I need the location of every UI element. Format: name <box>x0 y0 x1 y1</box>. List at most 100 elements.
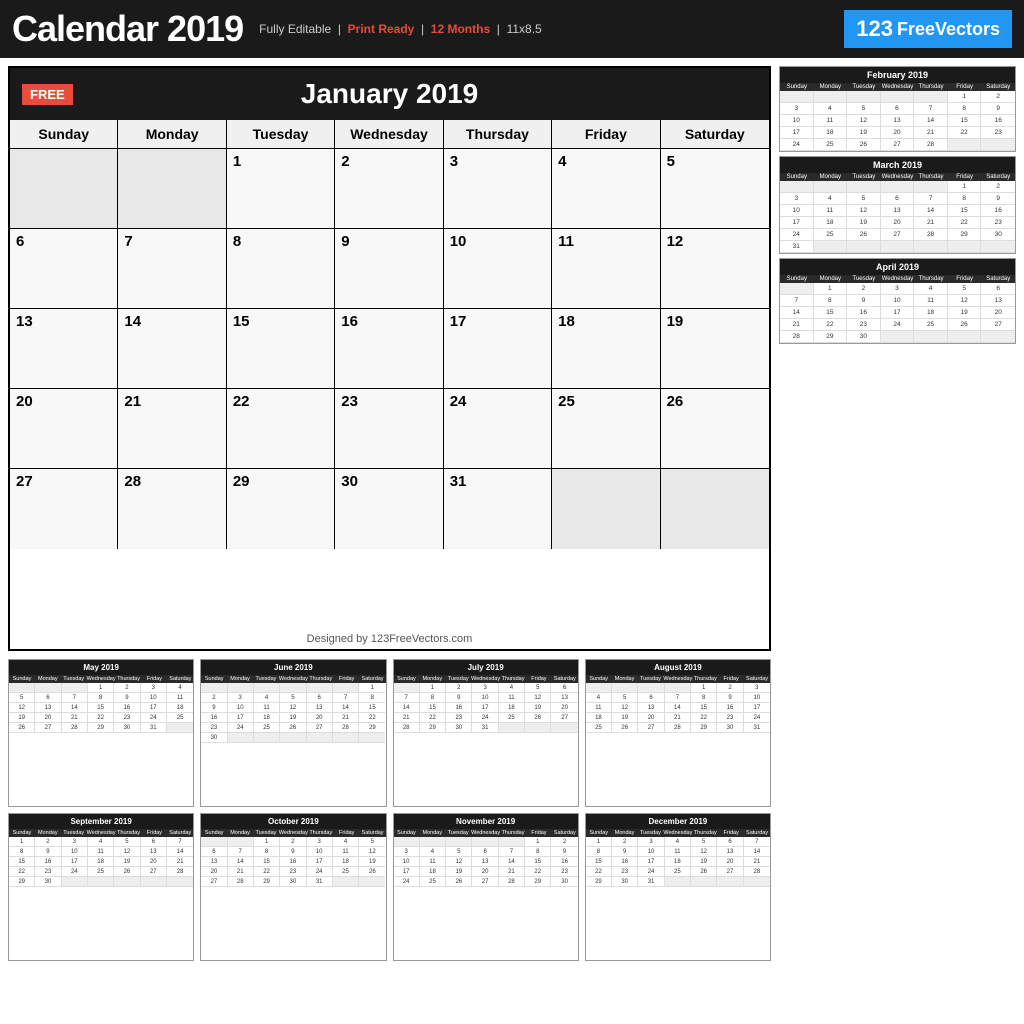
small-row-1: May 2019 SundayMondayTuesdayWednesdayThu… <box>8 659 771 807</box>
november-calendar: November 2019 SundayMondayTuesdayWednesd… <box>393 813 579 961</box>
sep-header: September 2019 <box>9 814 193 829</box>
july-calendar: July 2019 SundayMondayTuesdayWednesdayTh… <box>393 659 579 807</box>
cal-cell: 26 <box>661 389 769 469</box>
small-row-2: September 2019 SundayMondayTuesdayWednes… <box>8 813 771 961</box>
cal-cell: 28 <box>118 469 226 549</box>
d: Thursday <box>116 675 142 683</box>
months-label: 12 Months <box>431 22 490 36</box>
day-tue: Tuesday <box>227 120 335 148</box>
september-calendar: September 2019 SundayMondayTuesdayWednes… <box>8 813 194 961</box>
cal-cell: 3 <box>444 149 552 229</box>
july-days: SundayMondayTuesdayWednesdayThursdayFrid… <box>394 675 578 683</box>
cal-cell: 9 <box>335 229 443 309</box>
cal-cell <box>10 149 118 229</box>
january-calendar: FREE January 2019 Sunday Monday Tuesday … <box>8 66 771 651</box>
print-ready: Print Ready <box>348 22 415 36</box>
logo: 123 FreeVectors <box>844 10 1012 48</box>
august-grid: 123 45678910 11121314151617 181920212223… <box>586 683 770 733</box>
may-days: SundayMondayTuesdayWednesdayThursdayFrid… <box>9 675 193 683</box>
calendar-footer: Designed by 123FreeVectors.com <box>10 629 769 649</box>
day-sun: Sunday <box>10 120 118 148</box>
header-left: Calendar 2019 Fully Editable | Print Rea… <box>12 8 542 50</box>
may-grid: 1234 567891011 12131415161718 1920212223… <box>9 683 193 733</box>
dec-header: December 2019 <box>586 814 770 829</box>
cal-cell: 5 <box>661 149 769 229</box>
cal-cell: 11 <box>552 229 660 309</box>
day-sat: Saturday <box>661 120 769 148</box>
cal-cell: 27 <box>10 469 118 549</box>
cal-cell: 30 <box>335 469 443 549</box>
top-header: Calendar 2019 Fully Editable | Print Rea… <box>0 0 1024 58</box>
d: Friday <box>141 675 167 683</box>
day-thu: Thursday <box>444 120 552 148</box>
may-header: May 2019 <box>9 660 193 675</box>
day-fri: Friday <box>552 120 660 148</box>
oct-header: October 2019 <box>201 814 385 829</box>
cal-cell: 6 <box>10 229 118 309</box>
cal-cell: 10 <box>444 229 552 309</box>
logo-text: FreeVectors <box>897 19 1000 40</box>
left-panel: FREE January 2019 Sunday Monday Tuesday … <box>0 58 779 1024</box>
cal-cell <box>552 469 660 549</box>
cal-cell: 25 <box>552 389 660 469</box>
logo-num: 123 <box>856 16 893 42</box>
august-days: SundayMondayTuesdayWednesdayThursdayFrid… <box>586 675 770 683</box>
cal-cell: 20 <box>10 389 118 469</box>
january-header: FREE January 2019 <box>10 68 769 120</box>
february-calendar: February 2019 SundayMondayTuesdayWednesd… <box>779 66 1016 152</box>
cal-cell: 8 <box>227 229 335 309</box>
d: Wednesday <box>87 675 116 683</box>
may-calendar: May 2019 SundayMondayTuesdayWednesdayThu… <box>8 659 194 807</box>
july-header: July 2019 <box>394 660 578 675</box>
cal-cell: 2 <box>335 149 443 229</box>
cal-cell: 15 <box>227 309 335 389</box>
main-title: Calendar 2019 <box>12 8 243 50</box>
days-header: Sunday Monday Tuesday Wednesday Thursday… <box>10 120 769 149</box>
cal-cell: 13 <box>10 309 118 389</box>
july-grid: 123456 78910111213 14151617181920 212223… <box>394 683 578 733</box>
june-days: SundayMondayTuesdayWednesdayThursdayFrid… <box>201 675 385 683</box>
feb-header: February 2019 <box>780 67 1015 83</box>
d: Tuesday <box>61 675 87 683</box>
cal-cell: 12 <box>661 229 769 309</box>
free-badge: FREE <box>22 84 73 105</box>
cal-cell: 29 <box>227 469 335 549</box>
d: Sunday <box>9 675 35 683</box>
mar-header: March 2019 <box>780 157 1015 173</box>
march-calendar: March 2019 SundayMondayTuesdayWednesdayT… <box>779 156 1016 254</box>
day-mon: Monday <box>118 120 226 148</box>
main-content: FREE January 2019 Sunday Monday Tuesday … <box>0 58 1024 1024</box>
cal-cell: 19 <box>661 309 769 389</box>
june-calendar: June 2019 SundayMondayTuesdayWednesdayTh… <box>200 659 386 807</box>
october-calendar: October 2019 SundayMondayTuesdayWednesda… <box>200 813 386 961</box>
subtitle: Fully Editable | Print Ready | 12 Months… <box>259 22 542 36</box>
right-panel: February 2019 SundayMondayTuesdayWednesd… <box>779 58 1024 1024</box>
january-grid: 1 2 3 4 5 6 7 8 9 10 11 12 13 14 15 16 1… <box>10 149 769 629</box>
cal-cell <box>661 469 769 549</box>
cal-cell: 23 <box>335 389 443 469</box>
june-header: June 2019 <box>201 660 385 675</box>
cal-cell: 16 <box>335 309 443 389</box>
cal-cell: 17 <box>444 309 552 389</box>
day-wed: Wednesday <box>335 120 443 148</box>
cal-cell: 1 <box>227 149 335 229</box>
cal-cell <box>118 149 226 229</box>
cal-cell: 24 <box>444 389 552 469</box>
january-title: January 2019 <box>301 78 478 110</box>
cal-cell: 7 <box>118 229 226 309</box>
cal-cell: 31 <box>444 469 552 549</box>
d: Monday <box>35 675 61 683</box>
bottom-small-calendars: May 2019 SundayMondayTuesdayWednesdayThu… <box>8 659 771 961</box>
august-header: August 2019 <box>586 660 770 675</box>
june-grid: 1 2345678 9101112131415 16171819202122 2… <box>201 683 385 743</box>
cal-cell: 21 <box>118 389 226 469</box>
cal-cell: 18 <box>552 309 660 389</box>
december-calendar: December 2019 SundayMondayTuesdayWednesd… <box>585 813 771 961</box>
apr-header: April 2019 <box>780 259 1015 275</box>
august-calendar: August 2019 SundayMondayTuesdayWednesday… <box>585 659 771 807</box>
cal-cell: 4 <box>552 149 660 229</box>
nov-header: November 2019 <box>394 814 578 829</box>
cal-cell: 14 <box>118 309 226 389</box>
cal-cell: 22 <box>227 389 335 469</box>
d: Saturday <box>167 675 193 683</box>
